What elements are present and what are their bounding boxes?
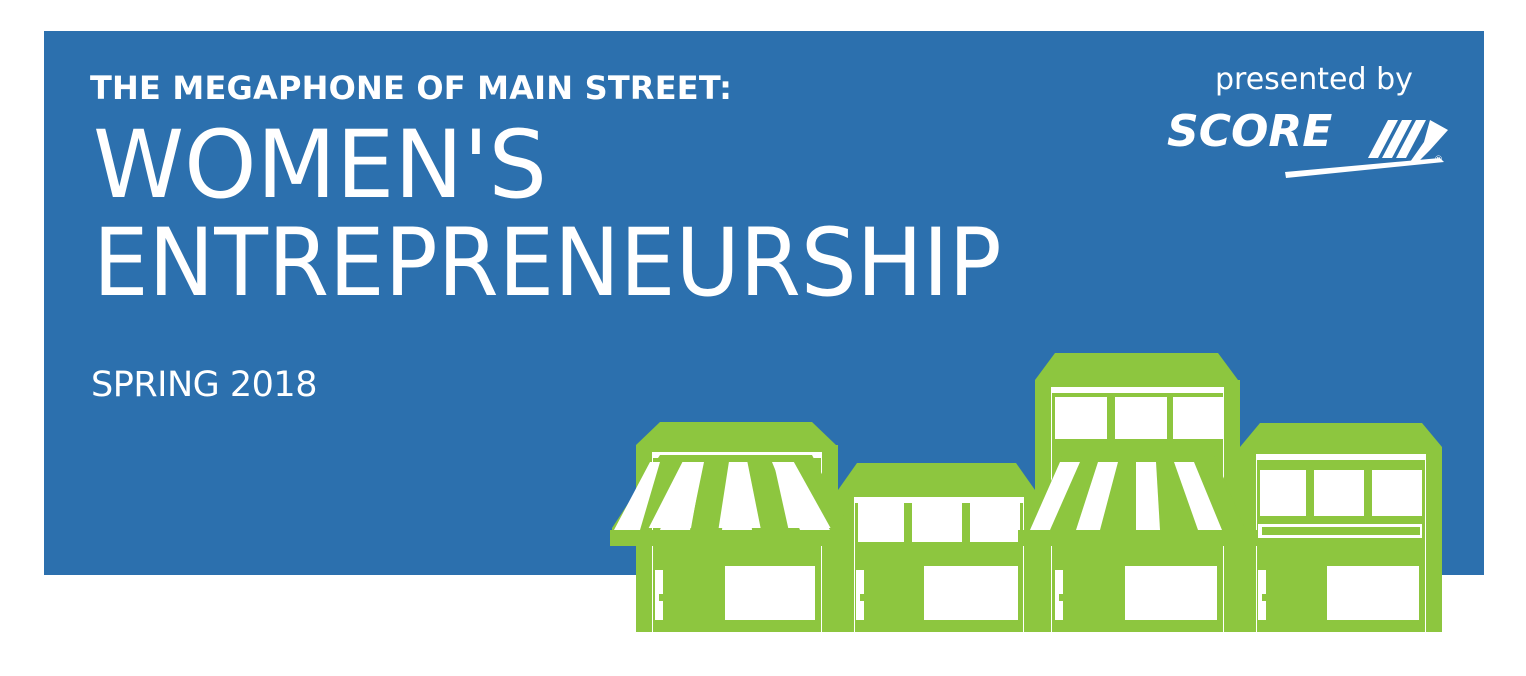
kicker-heading: THE MEGAPHONE OF MAIN STREET: [90, 69, 733, 107]
building-3-roof [1035, 353, 1238, 380]
title-line-1: WOMEN'S [93, 111, 548, 220]
registered-mark-icon: ® [1434, 155, 1443, 165]
season-label: SPRING 2018 [91, 365, 317, 405]
title-line-2: ENTREPRENEURSHIP [93, 209, 1002, 318]
presented-by-label: presented by [1215, 62, 1413, 97]
score-logo-icon: ® [1285, 120, 1448, 178]
building-4-roof [1240, 423, 1442, 447]
storefronts-illustration [610, 353, 1442, 632]
building-2-roof [838, 463, 1035, 490]
building-1-roof [636, 422, 836, 445]
